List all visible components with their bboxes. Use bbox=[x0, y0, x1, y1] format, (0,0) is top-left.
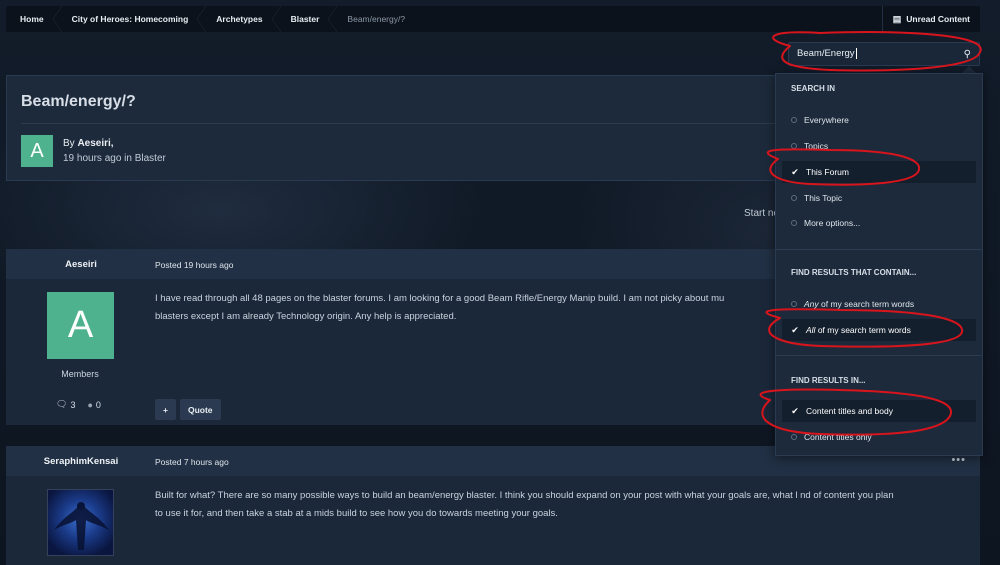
post-author[interactable]: SeraphimKensai bbox=[6, 456, 156, 467]
unread-content-button[interactable]: ▤ Unread Content bbox=[881, 6, 980, 32]
option-label: This Topic bbox=[804, 193, 843, 203]
topic-byline: By Aeseiri, bbox=[63, 138, 114, 149]
reputation-icon: ● bbox=[87, 399, 93, 410]
divider bbox=[776, 355, 982, 356]
page-title: Beam/energy/? bbox=[21, 93, 136, 110]
newspaper-icon: ▤ bbox=[892, 13, 902, 24]
byline-prefix: By bbox=[63, 138, 75, 149]
post-date: Posted 19 hours ago bbox=[155, 260, 234, 270]
search-value: Beam/Energy bbox=[797, 48, 855, 60]
topic-author-link[interactable]: Aeseiri, bbox=[77, 138, 113, 149]
radio-icon bbox=[791, 143, 797, 149]
radio-icon bbox=[791, 117, 797, 123]
option-label: Content titles only bbox=[804, 432, 872, 442]
checkmark-icon: ✔ bbox=[791, 324, 799, 335]
avatar[interactable]: A bbox=[21, 135, 53, 167]
topic-meta: 19 hours ago in Blaster bbox=[63, 153, 166, 164]
search-input[interactable]: Beam/Energy ⚲ bbox=[788, 42, 980, 66]
radio-icon bbox=[791, 220, 797, 226]
search-in-this-topic[interactable]: This Topic bbox=[782, 187, 976, 209]
member-group: Members bbox=[61, 369, 99, 379]
text-caret bbox=[855, 48, 857, 60]
search-in-topics[interactable]: Topics bbox=[782, 135, 976, 157]
contain-all-words[interactable]: ✔ All of my search term words bbox=[782, 319, 976, 341]
post: SeraphimKensai Posted 7 hours ago ••• Bu… bbox=[6, 446, 980, 565]
breadcrumb-home[interactable]: Home bbox=[6, 6, 62, 32]
author-stats: 🗨 3 ● 0 bbox=[56, 399, 101, 410]
unread-content-label: Unread Content bbox=[906, 14, 970, 24]
radio-icon bbox=[791, 301, 797, 307]
post-actions: + Quote bbox=[155, 399, 221, 420]
option-label: Any of my search term words bbox=[804, 299, 915, 309]
breadcrumb-homecoming[interactable]: City of Heroes: Homecoming bbox=[58, 6, 206, 32]
dropdown-arrow bbox=[962, 66, 976, 73]
checkmark-icon: ✔ bbox=[791, 405, 799, 416]
search-more-options[interactable]: More options... bbox=[782, 212, 976, 234]
breadcrumb-blaster[interactable]: Blaster bbox=[277, 6, 338, 32]
option-label: All of my search term words bbox=[806, 325, 911, 335]
checkmark-icon: ✔ bbox=[791, 166, 799, 177]
option-label: More options... bbox=[804, 218, 861, 228]
avatar[interactable]: A bbox=[47, 292, 114, 359]
reputation-count: 0 bbox=[95, 399, 101, 410]
radio-icon bbox=[791, 434, 797, 440]
search-in-this-forum[interactable]: ✔ This Forum bbox=[782, 161, 976, 183]
start-new-topic-button[interactable]: Start ne bbox=[744, 208, 779, 219]
post-text-line: to use it for, and then take a stab at a… bbox=[155, 508, 558, 519]
comment-icon: 🗨 bbox=[56, 399, 68, 409]
contain-any-words[interactable]: Any of my search term words bbox=[782, 293, 976, 315]
results-titles-and-body[interactable]: ✔ Content titles and body bbox=[782, 400, 976, 422]
avatar[interactable] bbox=[47, 489, 114, 556]
breadcrumb-current: Beam/energy/? bbox=[347, 14, 406, 24]
contain-heading: Find results that contain... bbox=[791, 268, 917, 277]
comment-count: 3 bbox=[70, 399, 76, 410]
results-in-heading: Find results in... bbox=[791, 376, 866, 385]
results-titles-only[interactable]: Content titles only bbox=[782, 426, 976, 448]
breadcrumb-archetypes[interactable]: Archetypes bbox=[202, 6, 281, 32]
breadcrumb: Home City of Heroes: Homecoming Archetyp… bbox=[6, 6, 980, 32]
option-label: Everywhere bbox=[804, 115, 849, 125]
divider bbox=[776, 249, 982, 250]
search-in-heading: Search in bbox=[791, 84, 836, 93]
multiquote-button[interactable]: + bbox=[155, 399, 176, 420]
radio-icon bbox=[791, 195, 797, 201]
option-label: Content titles and body bbox=[806, 406, 893, 416]
option-label: Topics bbox=[804, 141, 829, 151]
post-author[interactable]: Aeseiri bbox=[6, 259, 156, 270]
search-in-everywhere[interactable]: Everywhere bbox=[782, 109, 976, 131]
winged-figure-image bbox=[54, 502, 109, 550]
post-date: Posted 7 hours ago bbox=[155, 457, 229, 467]
search-options-menu: Search in Everywhere Topics ✔ This Forum… bbox=[775, 73, 983, 456]
quote-button[interactable]: Quote bbox=[179, 399, 221, 420]
post-content: Built for what? There are so many possib… bbox=[155, 487, 965, 523]
post-text-line: Built for what? There are so many possib… bbox=[155, 490, 894, 501]
search-icon[interactable]: ⚲ bbox=[964, 49, 971, 60]
option-label: This Forum bbox=[806, 167, 849, 177]
